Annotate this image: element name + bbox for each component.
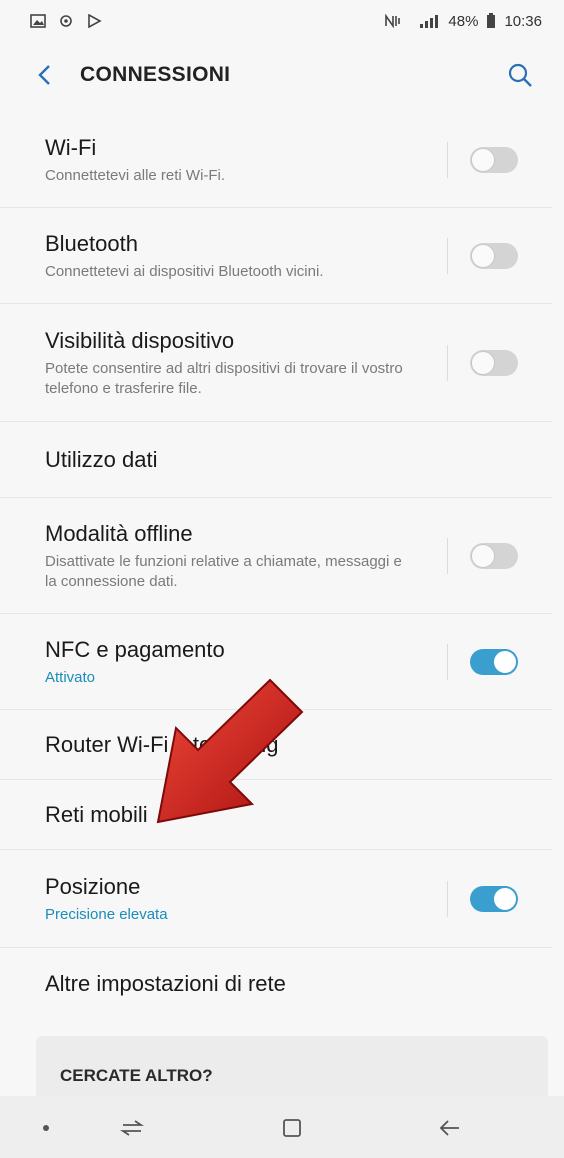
- location-toggle[interactable]: [470, 885, 518, 912]
- setting-title: Wi-Fi: [45, 134, 97, 160]
- setting-texts: Reti mobili: [45, 801, 518, 829]
- setting-data-usage[interactable]: Utilizzo dati: [0, 422, 552, 498]
- divider: [447, 537, 448, 574]
- setting-title: Reti mobili: [45, 801, 148, 827]
- divider: [447, 643, 448, 680]
- back-nav-button[interactable]: [436, 1114, 464, 1142]
- clock: 10:36: [504, 12, 542, 30]
- setting-title: Visibilità dispositivo: [45, 327, 235, 353]
- sync-icon: [60, 15, 72, 27]
- setting-hotspot-tethering[interactable]: Router Wi-Fi e tethering: [0, 710, 552, 780]
- setting-subtitle: Disattivate le funzioni relative a chiam…: [45, 552, 402, 590]
- dot-icon: [43, 1125, 49, 1131]
- setting-subtitle: Potete consentire ad altri dispositivi d…: [45, 359, 403, 397]
- toggle-knob: [493, 886, 517, 911]
- wifi-toggle[interactable]: [470, 146, 518, 173]
- divider: [447, 141, 448, 178]
- setting-mobile-networks[interactable]: Reti mobili: [0, 780, 552, 850]
- setting-texts: Utilizzo dati: [45, 446, 518, 474]
- divider: [447, 344, 448, 381]
- setting-title: Utilizzo dati: [45, 446, 158, 472]
- toggle-knob: [493, 649, 517, 674]
- gallery-icon: [30, 14, 46, 28]
- setting-bluetooth[interactable]: Bluetooth Connettetevi ai dispositivi Bl…: [0, 208, 552, 304]
- setting-airplane-mode[interactable]: Modalità offline Disattivate le funzioni…: [0, 498, 552, 614]
- toggle-knob: [471, 350, 495, 375]
- recent-apps-icon: [120, 1120, 144, 1136]
- search-button[interactable]: [504, 59, 536, 91]
- system-status: 48% 10:36: [384, 13, 542, 30]
- setting-subtitle: Connettetevi ai dispositivi Bluetooth vi…: [45, 262, 324, 280]
- search-icon: [508, 63, 532, 87]
- setting-texts: Wi-Fi Connettetevi alle reti Wi-Fi.: [45, 134, 447, 186]
- toggle-knob: [471, 543, 495, 568]
- navigation-bar: [0, 1096, 564, 1158]
- recent-apps-button[interactable]: [118, 1114, 146, 1142]
- search-more-label: CERCATE ALTRO?: [60, 1066, 213, 1085]
- setting-title: Bluetooth: [45, 230, 138, 256]
- setting-texts: Altre impostazioni di rete: [45, 970, 518, 998]
- home-icon: [283, 1119, 301, 1137]
- setting-subtitle: Connettetevi alle reti Wi-Fi.: [45, 166, 226, 184]
- divider: [447, 237, 448, 274]
- divider: [447, 880, 448, 917]
- setting-more-network[interactable]: Altre impostazioni di rete: [0, 948, 552, 1020]
- play-icon: [88, 14, 102, 28]
- page-title: CONNESSIONI: [80, 63, 231, 86]
- nfc-icon: [385, 14, 401, 28]
- battery-icon: [487, 13, 496, 28]
- home-button[interactable]: [278, 1114, 306, 1142]
- visibility-toggle[interactable]: [470, 349, 518, 376]
- nav-dot: [32, 1114, 60, 1142]
- setting-texts: Bluetooth Connettetevi ai dispositivi Bl…: [45, 230, 447, 282]
- setting-title: Posizione: [45, 873, 141, 899]
- toggle-knob: [471, 147, 495, 172]
- setting-device-visibility[interactable]: Visibilità dispositivo Potete consentire…: [0, 304, 552, 422]
- settings-list: Wi-Fi Connettetevi alle reti Wi-Fi. Blue…: [0, 112, 564, 1020]
- back-arrow-icon: [439, 1120, 459, 1136]
- setting-title: Router Wi-Fi e tethering: [45, 731, 279, 757]
- setting-texts: NFC e pagamento Attivato: [45, 636, 447, 688]
- setting-texts: Posizione Precisione elevata: [45, 873, 447, 925]
- toggle-knob: [471, 243, 495, 268]
- app-header: CONNESSIONI: [0, 42, 564, 108]
- bluetooth-toggle[interactable]: [470, 242, 518, 269]
- setting-subtitle: Precisione elevata: [45, 905, 168, 923]
- status-bar: 48% 10:36: [0, 0, 564, 42]
- setting-wifi[interactable]: Wi-Fi Connettetevi alle reti Wi-Fi.: [0, 112, 552, 208]
- back-button[interactable]: [30, 61, 58, 89]
- setting-subtitle: Attivato: [45, 668, 96, 686]
- nfc-toggle[interactable]: [470, 648, 518, 675]
- chevron-left-icon: [38, 65, 50, 85]
- setting-title: Modalità offline: [45, 520, 193, 546]
- battery-percent: 48%: [448, 12, 479, 30]
- setting-texts: Visibilità dispositivo Potete consentire…: [45, 327, 447, 399]
- notification-icons: [30, 14, 102, 28]
- setting-title: Altre impostazioni di rete: [45, 971, 286, 996]
- signal-icon: [420, 15, 439, 28]
- airplane-toggle[interactable]: [470, 542, 518, 569]
- setting-texts: Modalità offline Disattivate le funzioni…: [45, 520, 447, 592]
- setting-title: NFC e pagamento: [45, 636, 225, 662]
- setting-nfc[interactable]: NFC e pagamento Attivato: [0, 614, 552, 710]
- setting-texts: Router Wi-Fi e tethering: [45, 731, 518, 759]
- setting-location[interactable]: Posizione Precisione elevata: [0, 850, 552, 948]
